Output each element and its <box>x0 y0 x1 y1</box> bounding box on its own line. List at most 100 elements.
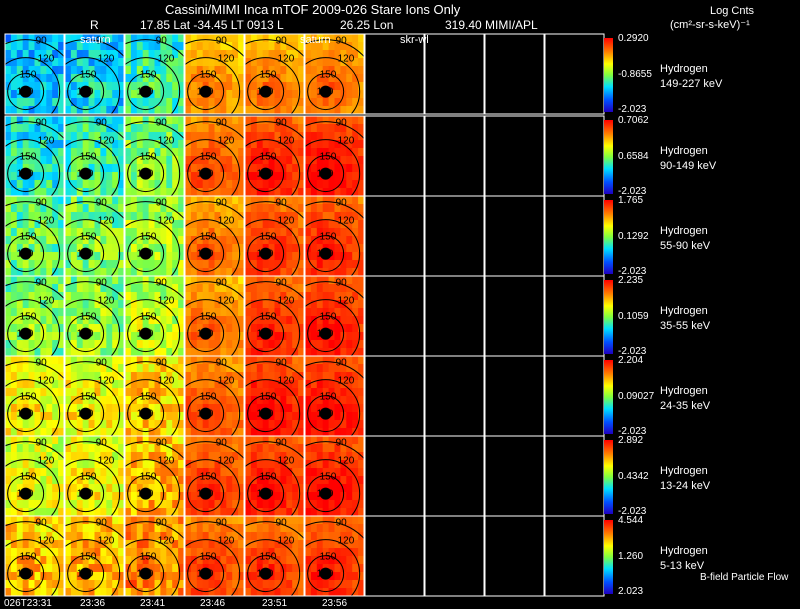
contour-label: 90 <box>336 438 348 449</box>
contour-label: 150 <box>140 70 157 81</box>
contour-label: 150 <box>260 70 277 81</box>
contour-label: 90 <box>216 198 228 209</box>
grid-cell-r1-c7 <box>364 33 425 115</box>
grid-cell-r4-c9 <box>484 275 545 357</box>
grid-cell-r7-c9 <box>484 515 545 597</box>
contour-label: 120 <box>218 376 235 387</box>
contour-label: 180 <box>197 249 214 260</box>
species-label: Hydrogen 90-149 keV <box>660 144 716 174</box>
colorbar-4 <box>604 280 613 354</box>
contour-label: 180 <box>197 489 214 500</box>
species-label: Hydrogen 149-227 keV <box>660 62 722 92</box>
colorbar-mid-label: 0.1292 <box>618 231 649 242</box>
colorbar-5 <box>604 360 613 434</box>
time-label: 23:46 <box>200 598 226 609</box>
contour-label: 90 <box>336 36 348 47</box>
contour-label: 120 <box>218 296 235 307</box>
contour-label: 120 <box>98 216 115 227</box>
contour-label: 90 <box>36 278 48 289</box>
contour-label: 120 <box>158 54 175 65</box>
contour-label: 180 <box>317 569 334 580</box>
contour-label: 90 <box>156 278 168 289</box>
colorbar-7 <box>604 520 613 594</box>
grid-cell-r7-c10 <box>544 515 605 597</box>
contour-label: 90 <box>336 518 348 529</box>
grid-cell-r3-c7 <box>364 195 425 277</box>
contour-label: 150 <box>320 552 337 563</box>
contour-label: 90 <box>336 358 348 369</box>
contour-label: 150 <box>200 232 217 243</box>
contour-label: 150 <box>260 152 277 163</box>
contour-label: 150 <box>320 312 337 323</box>
energy-range: 149-227 keV <box>660 78 723 90</box>
contour-label: 180 <box>77 569 94 580</box>
contour-label: 120 <box>158 456 175 467</box>
time-label: 23:51 <box>262 598 288 609</box>
contour-label: 150 <box>200 70 217 81</box>
contour-label: 120 <box>218 456 235 467</box>
contour-label: 150 <box>200 392 217 403</box>
contour-label: 180 <box>257 87 274 98</box>
species-name: Hydrogen <box>660 63 708 75</box>
contour-label: 90 <box>36 36 48 47</box>
contour-label: 120 <box>158 296 175 307</box>
contour-label: 150 <box>80 392 97 403</box>
contour-label: 150 <box>260 312 277 323</box>
contour-label: 90 <box>96 198 108 209</box>
colorbar-6 <box>604 440 613 514</box>
contour-label: 150 <box>20 152 37 163</box>
contour-label: 120 <box>338 536 355 547</box>
contour-label: 180 <box>137 249 154 260</box>
colorbar-mid-label: -0.8655 <box>618 69 652 80</box>
colorbar-max-label: 1.765 <box>618 195 644 206</box>
contour-label: 180 <box>197 87 214 98</box>
contour-label: 90 <box>336 198 348 209</box>
contour-label: 120 <box>218 536 235 547</box>
contour-label: 120 <box>278 54 295 65</box>
grid-cell-r3-c10 <box>544 195 605 277</box>
contour-label: 180 <box>257 409 274 420</box>
contour-label: 120 <box>338 296 355 307</box>
contour-label: 150 <box>20 392 37 403</box>
contour-label: 120 <box>98 536 115 547</box>
species-name: Hydrogen <box>660 225 708 237</box>
contour-label: 120 <box>38 54 55 65</box>
contour-label: 180 <box>17 489 34 500</box>
contour-label: 150 <box>80 70 97 81</box>
contour-label: 90 <box>276 518 288 529</box>
contour-label: 150 <box>20 70 37 81</box>
grid-cell-r7-c8 <box>424 515 485 597</box>
colorbar-mid-label: 0.1059 <box>618 311 649 322</box>
contour-label: 90 <box>156 118 168 129</box>
contour-label: 120 <box>98 296 115 307</box>
colorbar-min-label: 2.023 <box>618 586 644 597</box>
contour-label: 180 <box>17 329 34 340</box>
contour-label: 120 <box>158 216 175 227</box>
contour-label: 90 <box>276 278 288 289</box>
grid-cell-r2-c10 <box>544 115 605 197</box>
contour-label: 150 <box>80 552 97 563</box>
colorbar-max-label: 0.7062 <box>618 115 649 126</box>
contour-label: 180 <box>257 569 274 580</box>
species-label: Hydrogen 55-90 keV <box>660 224 710 254</box>
contour-label: 150 <box>20 232 37 243</box>
contour-label: 150 <box>320 392 337 403</box>
grid-cell-r3-c9 <box>484 195 545 277</box>
grid-cell-r2-c7 <box>364 115 425 197</box>
contour-label: 180 <box>137 329 154 340</box>
contour-label: 120 <box>338 136 355 147</box>
contour-label: 150 <box>260 392 277 403</box>
grid-cell-r5-c10 <box>544 355 605 437</box>
contour-label: 180 <box>197 569 214 580</box>
contour-label: 90 <box>216 118 228 129</box>
contour-label: 180 <box>257 329 274 340</box>
contour-label: 90 <box>156 358 168 369</box>
contour-label: 180 <box>137 569 154 580</box>
contour-label: 180 <box>137 169 154 180</box>
saturn-label-1: saturn <box>80 34 111 46</box>
contour-label: 180 <box>257 169 274 180</box>
contour-label: 150 <box>140 152 157 163</box>
contour-label: 90 <box>336 118 348 129</box>
contour-label: 120 <box>218 136 235 147</box>
contour-label: 150 <box>140 392 157 403</box>
